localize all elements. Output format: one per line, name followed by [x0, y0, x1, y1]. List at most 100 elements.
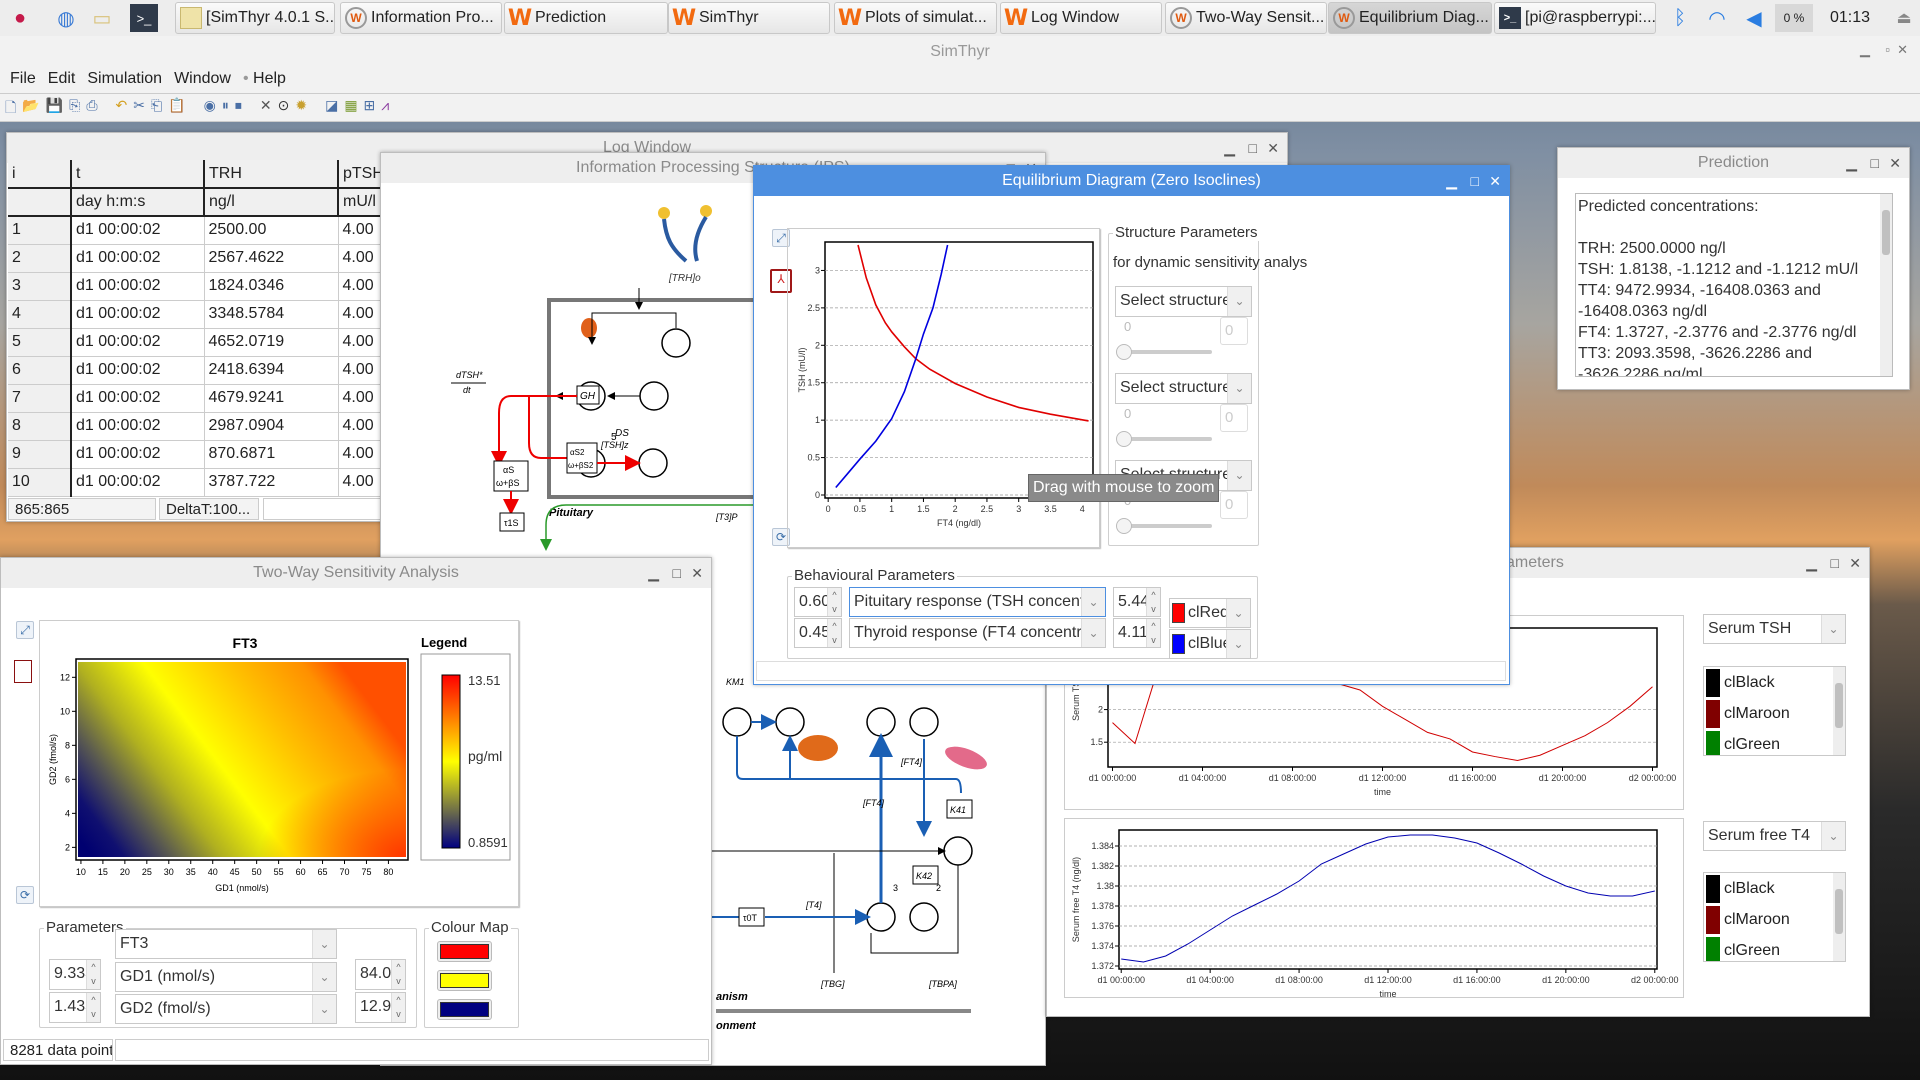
parameter-value-field[interactable]: 0	[1220, 491, 1248, 519]
parameter-select[interactable]: Serum free T4 ⌄	[1703, 821, 1846, 851]
close-button[interactable]: ✕	[1889, 148, 1901, 178]
close-button[interactable]: ✕	[1267, 133, 1279, 163]
copy-icon[interactable]: ⎗	[151, 97, 162, 121]
save-icon[interactable]: 💾	[46, 97, 63, 121]
plot-icon[interactable]: ◪	[325, 97, 338, 121]
chevron-down-icon[interactable]: ⌄	[1081, 619, 1105, 647]
chevron-down-icon[interactable]: ⌄	[1226, 630, 1250, 658]
save-as-icon[interactable]: ⎘	[69, 97, 80, 121]
parameter-select[interactable]: Serum TSH ⌄	[1703, 614, 1846, 644]
color-list-item[interactable]: clMaroon	[1704, 904, 1845, 935]
scrollbar[interactable]	[1833, 667, 1845, 755]
minimize-button[interactable]: ▁	[648, 558, 659, 588]
menu-edit[interactable]: Edit	[48, 70, 76, 88]
structure-parameter-select[interactable]: Select structure parame⌄	[1115, 373, 1252, 404]
menu-help[interactable]: • Help	[243, 70, 286, 88]
clock[interactable]: 01:13	[1830, 0, 1870, 36]
color-select[interactable]: clBlue ⌄	[1169, 629, 1251, 659]
eject-icon[interactable]: ⏏	[1890, 4, 1918, 32]
settings-icon[interactable]: ✹	[295, 97, 307, 121]
column-header[interactable]: TRH	[204, 160, 339, 189]
run-icon[interactable]: ◉	[204, 97, 216, 121]
maximize-button[interactable]: □	[1831, 548, 1839, 578]
cut-icon[interactable]: ✂	[133, 97, 145, 121]
param1-min-stepper[interactable]: 9.333: ^ v	[49, 959, 101, 990]
undo-icon[interactable]: ↶	[116, 97, 128, 121]
min-stepper[interactable]: 0.605 ^ v	[794, 587, 842, 617]
ft4-time-series-chart[interactable]: 1.372 1.374 1.376 1.378 1.38 1.382 1.384 d1 00:…	[1065, 819, 1685, 999]
close-button[interactable]: ✕	[1897, 42, 1908, 58]
scrollbar-thumb[interactable]	[1882, 210, 1890, 255]
menu-file[interactable]: File	[10, 70, 36, 88]
chevron-down-icon[interactable]: ⌄	[1821, 822, 1845, 850]
task-button[interactable]: W Two-Way Sensit...	[1165, 2, 1327, 34]
table-row[interactable]: 8 d1 00:00:02 2987.0904 4.00	[8, 412, 388, 441]
close-button[interactable]: ✕	[1489, 166, 1501, 196]
new-icon[interactable]: 🗋	[5, 97, 16, 121]
volume-icon[interactable]: ◀	[1740, 4, 1768, 32]
param2-min-stepper[interactable]: 1.433: ^ v	[49, 992, 101, 1023]
color-select[interactable]: clRed ⌄	[1169, 598, 1251, 628]
chevron-down-icon[interactable]: ⌄	[1227, 374, 1251, 403]
table-row[interactable]: 6 d1 00:00:02 2418.6394 4.00	[8, 356, 388, 385]
minimize-button[interactable]: ▁	[1446, 166, 1457, 196]
slider-thumb[interactable]	[1116, 518, 1132, 534]
refresh-icon[interactable]: ⟳	[16, 886, 34, 904]
chevron-down-icon[interactable]: ⌄	[1227, 287, 1251, 316]
stop-icon[interactable]: ⏹	[235, 97, 242, 121]
parameter-value-field[interactable]: 0	[1220, 404, 1248, 432]
scrollbar-thumb[interactable]	[1835, 889, 1843, 934]
terminal-icon[interactable]: >_	[130, 4, 158, 32]
parameter-slider[interactable]	[1116, 344, 1212, 360]
color-list-item[interactable]: clBlack	[1704, 667, 1845, 698]
menu-simulation[interactable]: Simulation	[87, 70, 162, 88]
colour-map-button[interactable]	[437, 941, 492, 962]
chevron-down-icon[interactable]: ⌄	[1081, 588, 1105, 616]
bluetooth-icon[interactable]: ᛒ	[1666, 4, 1694, 32]
paste-icon[interactable]: 📋	[168, 97, 185, 121]
scrollbar[interactable]	[1880, 194, 1892, 376]
parameter-slider[interactable]	[1116, 431, 1212, 447]
max-stepper[interactable]: 4.118 ^ v	[1113, 618, 1161, 648]
menu-window[interactable]: Window	[174, 70, 231, 88]
colour-map-button[interactable]	[437, 970, 492, 991]
table-row[interactable]: 4 d1 00:00:02 3348.5784 4.00	[8, 300, 388, 329]
fullscreen-icon[interactable]: ⤢	[16, 621, 34, 639]
maximize-button[interactable]: □	[1471, 166, 1479, 196]
table-row[interactable]: 1 d1 00:00:02 2500.00 4.00	[8, 216, 388, 245]
chevron-down-icon[interactable]: ⌄	[312, 930, 336, 958]
color-list[interactable]: clBlack clMaroon clGreen	[1703, 872, 1846, 962]
color-list[interactable]: clBlack clMaroon clGreen	[1703, 666, 1846, 756]
maximize-button[interactable]: □	[1249, 133, 1257, 163]
table-row[interactable]: 3 d1 00:00:02 1824.0346 4.00	[8, 272, 388, 301]
task-button[interactable]: W Log Window	[1000, 2, 1162, 34]
color-list-item[interactable]: clGreen	[1704, 729, 1845, 755]
color-list-item[interactable]: clBlack	[1704, 873, 1845, 904]
table-row[interactable]: 7 d1 00:00:02 4679.9241 4.00	[8, 384, 388, 413]
maximize-button[interactable]: ▫	[1885, 42, 1890, 57]
cpu-monitor[interactable]: 0 %	[1775, 4, 1813, 32]
stepper-arrows-icon[interactable]: ^ v	[827, 588, 841, 616]
heatmap-chart[interactable]: FT3 2 4 6 8 10 12 10 15 20 25 30 35 40 45 50 55 60 65 70 75 8…	[40, 621, 520, 908]
column-header[interactable]: i	[8, 160, 72, 189]
table-row[interactable]: 2 d1 00:00:02 2567.4622 4.00	[8, 244, 388, 273]
slider-thumb[interactable]	[1116, 431, 1132, 447]
stepper-arrows-icon[interactable]: ^ v	[86, 993, 100, 1022]
stepper-arrows-icon[interactable]: ^ v	[1146, 588, 1160, 616]
prediction-memo[interactable]: Predicted concentrations: TRH: 2500.0000 …	[1575, 193, 1893, 377]
task-button[interactable]: W Plots of simulat...	[834, 2, 997, 34]
parameter-slider[interactable]	[1116, 518, 1212, 534]
stepper-arrows-icon[interactable]: ^ v	[827, 619, 841, 647]
param2-max-stepper[interactable]: 12.90 ^ v	[355, 992, 406, 1023]
chart-icon[interactable]: ⩘	[381, 97, 389, 121]
tools-icon[interactable]: ✕	[260, 97, 272, 121]
response-select[interactable]: Pituitary response (TSH concentration) ⌄	[849, 587, 1106, 617]
print-icon[interactable]: ⎙	[86, 97, 97, 121]
table-row[interactable]: 5 d1 00:00:02 4652.0719 4.00	[8, 328, 388, 357]
task-button[interactable]: W SimThyr	[668, 2, 830, 34]
sensitivity-icon[interactable]: ▦	[344, 97, 357, 121]
parameter-value-field[interactable]: 0	[1220, 317, 1248, 345]
dependent-select[interactable]: FT3 ⌄	[115, 929, 337, 959]
chevron-down-icon[interactable]: ⌄	[312, 963, 336, 991]
wifi-icon[interactable]: ◠	[1703, 4, 1731, 32]
